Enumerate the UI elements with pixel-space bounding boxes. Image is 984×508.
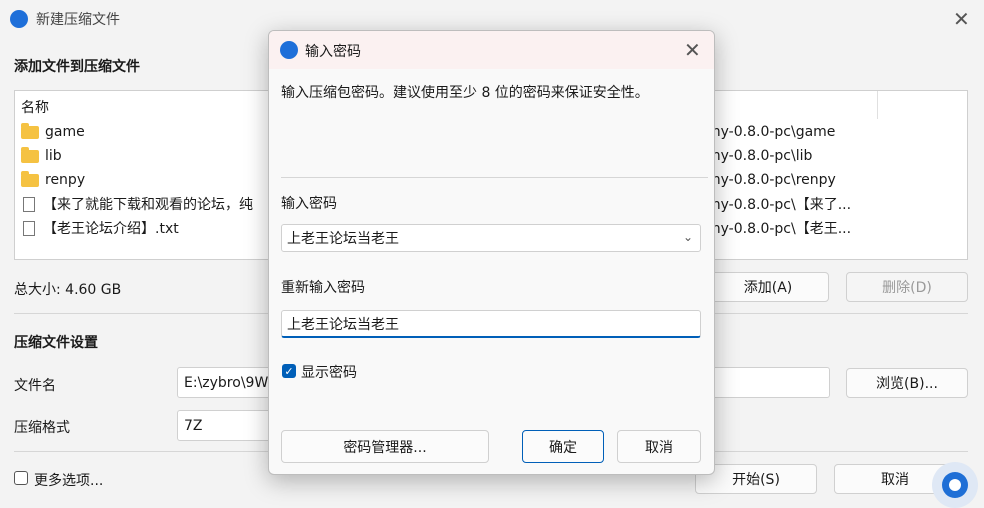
file-path: my-0.8.0-pc\lib (707, 148, 813, 164)
password-combobox[interactable]: 上老王论坛当老王 (281, 224, 701, 252)
document-icon (23, 196, 35, 212)
folder-icon (21, 122, 39, 139)
chevron-down-icon[interactable]: ⌄ (683, 230, 693, 244)
list-item[interactable]: renpy (21, 168, 85, 192)
reenter-password-input[interactable]: 上老王论坛当老王 (281, 310, 701, 338)
add-files-section-title: 添加文件到压缩文件 (14, 59, 140, 75)
delete-button[interactable]: 删除(D) (846, 272, 968, 302)
reenter-password-value: 上老王论坛当老王 (287, 316, 399, 333)
file-name: 【来了就能下载和观看的论坛，纯 (43, 197, 253, 213)
reenter-password-label: 重新输入密码 (281, 280, 365, 296)
folder-icon (21, 170, 39, 187)
file-name: game (45, 124, 85, 140)
password-dialog: 输入密码 ✕ 输入压缩包密码。建议使用至少 8 位的密码来保证安全性。 输入密码… (268, 30, 715, 475)
divider (281, 177, 708, 178)
list-item[interactable]: game (21, 120, 85, 144)
filename-label: 文件名 (14, 378, 56, 394)
password-manager-button[interactable]: 密码管理器... (281, 430, 489, 463)
document-icon (23, 220, 35, 236)
file-path: my-0.8.0-pc\renpy (707, 172, 836, 188)
assistant-icon-dot (949, 479, 961, 491)
show-password-checkbox[interactable]: ✓ (282, 364, 296, 378)
file-name: renpy (45, 172, 86, 188)
file-path: my-0.8.0-pc\【老王... (707, 221, 852, 237)
add-button[interactable]: 添加(A) (707, 272, 829, 302)
password-value: 上老王论坛当老王 (287, 231, 399, 247)
dialog-title: 输入密码 (305, 44, 361, 60)
file-name: lib (45, 148, 62, 164)
more-options-label[interactable]: 更多选项... (34, 470, 103, 490)
list-item[interactable]: lib (21, 144, 62, 168)
app-logo-icon (10, 10, 28, 28)
app-logo-icon (280, 41, 298, 59)
file-path: my-0.8.0-pc\game (707, 124, 836, 140)
column-header-name[interactable]: 名称 (21, 95, 49, 119)
total-size: 总大小: 4.60 GB (14, 282, 122, 298)
folder-icon (21, 146, 39, 163)
window-title: 新建压缩文件 (36, 12, 120, 28)
dialog-close-icon[interactable]: ✕ (684, 40, 701, 60)
dialog-cancel-button[interactable]: 取消 (617, 430, 701, 463)
file-path: my-0.8.0-pc\【来了... (707, 197, 852, 213)
list-item[interactable]: 【来了就能下载和观看的论坛，纯 (21, 192, 253, 216)
show-password-label[interactable]: 显示密码 (301, 362, 357, 382)
format-label: 压缩格式 (14, 420, 70, 436)
column-divider (877, 91, 878, 119)
settings-section-title: 压缩文件设置 (14, 335, 98, 351)
close-icon[interactable]: ✕ (953, 9, 970, 29)
dialog-titlebar: 输入密码 ✕ (269, 31, 714, 69)
browse-button[interactable]: 浏览(B)... (846, 368, 968, 398)
ok-button[interactable]: 确定 (522, 430, 604, 463)
list-item[interactable]: 【老王论坛介绍】.txt (21, 216, 179, 240)
file-name: 【老王论坛介绍】.txt (43, 221, 179, 237)
password-label: 输入密码 (281, 196, 337, 212)
more-options-checkbox[interactable] (14, 471, 28, 485)
dialog-description: 输入压缩包密码。建议使用至少 8 位的密码来保证安全性。 (281, 85, 649, 101)
